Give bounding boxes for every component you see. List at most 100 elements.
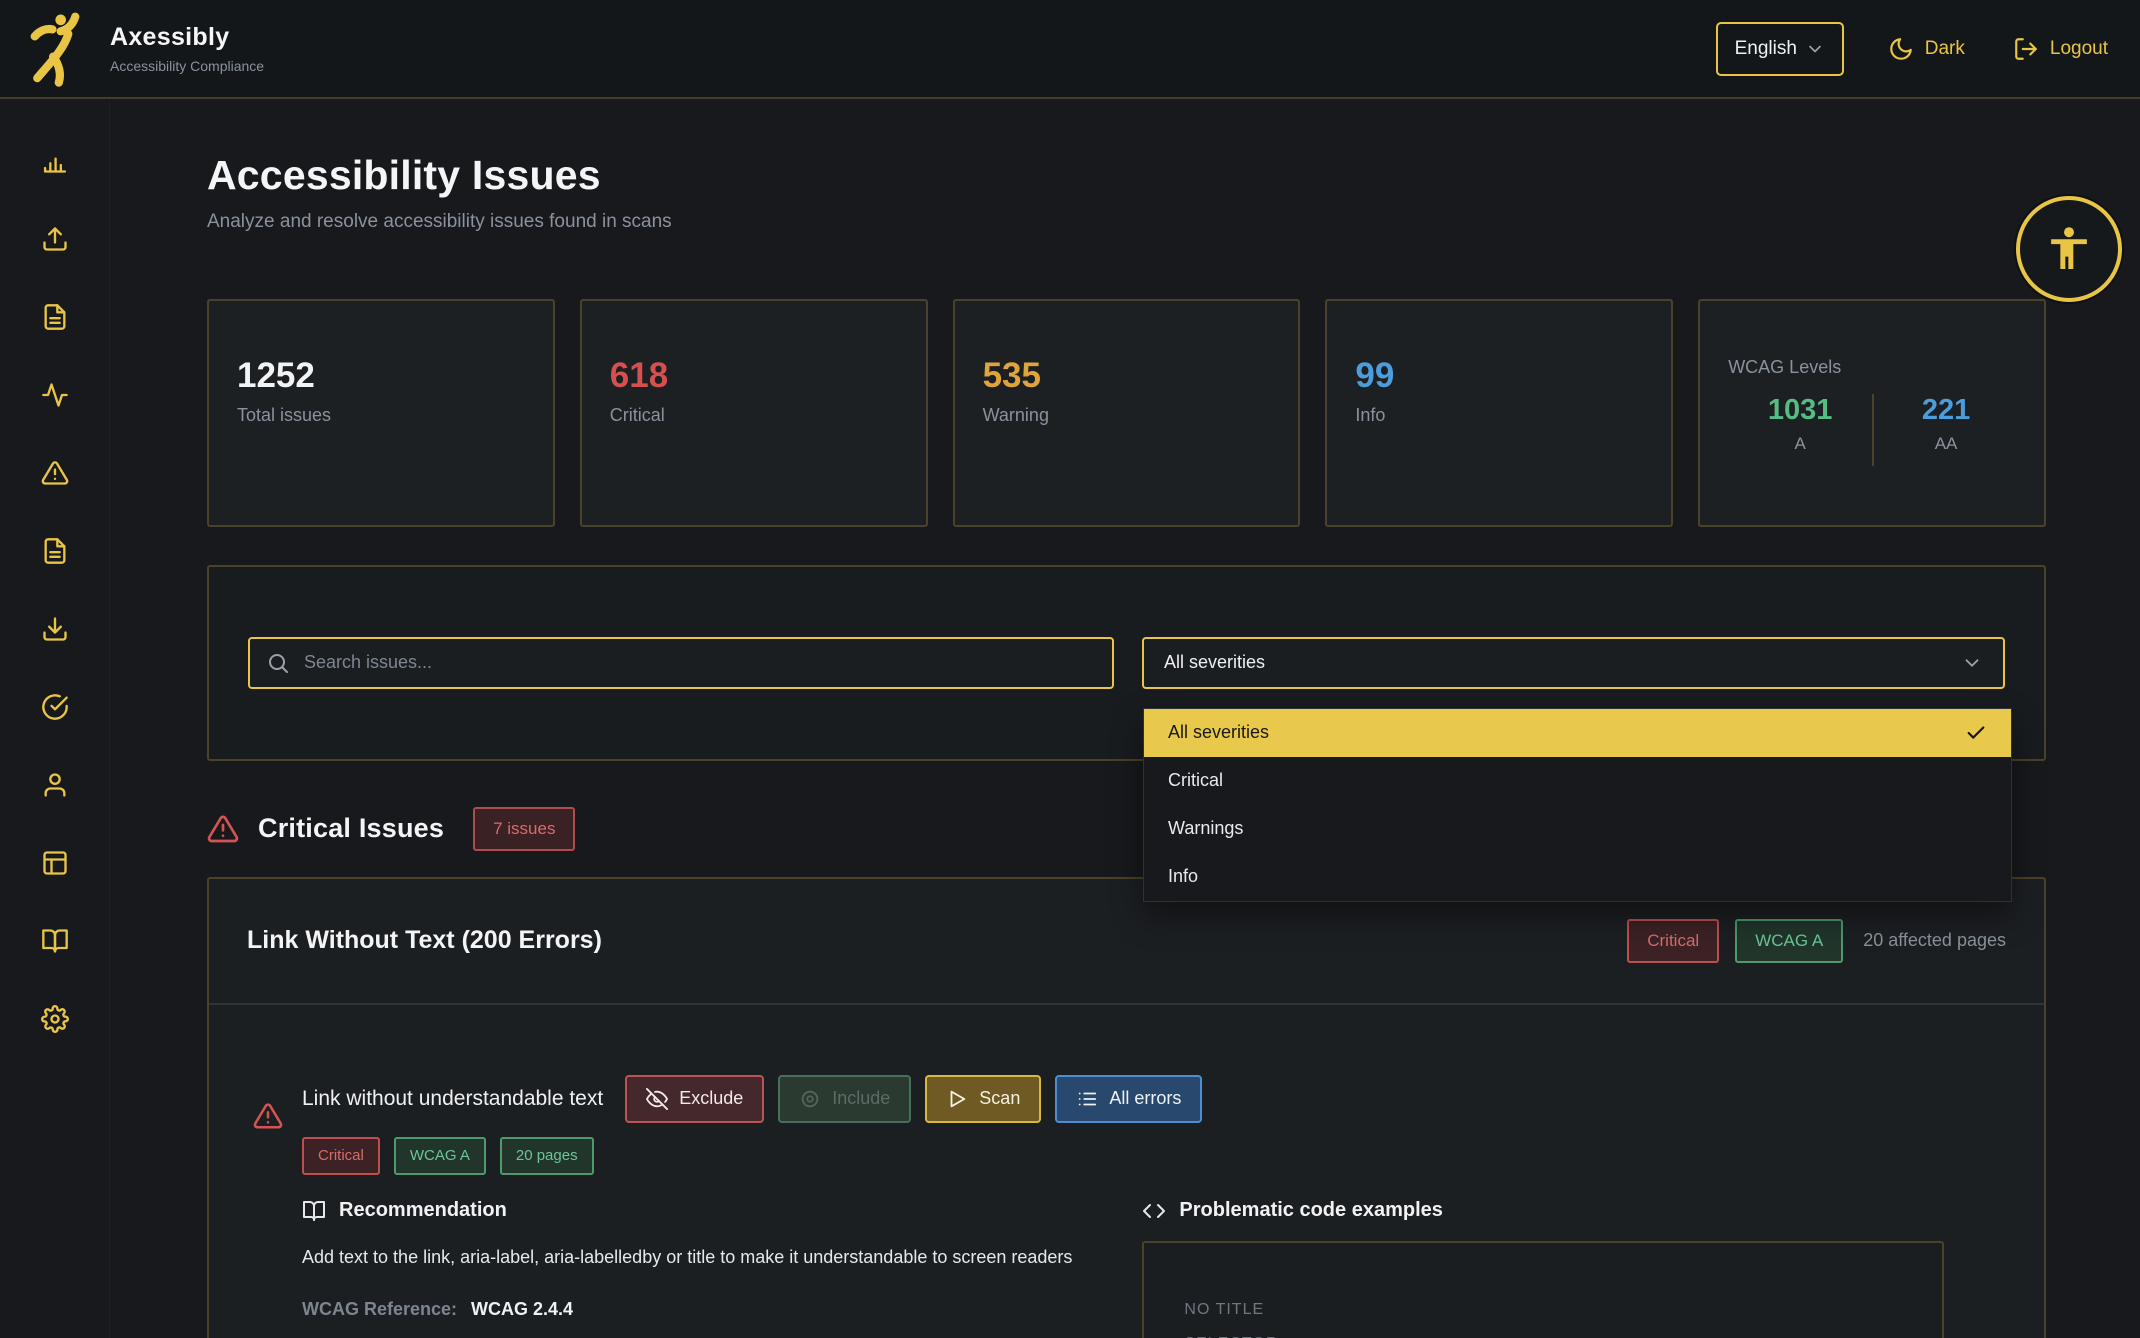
critical-issues-title: Critical Issues <box>258 813 444 844</box>
scan-button[interactable]: Scan <box>925 1075 1041 1123</box>
sidebar-item-pages[interactable] <box>31 839 79 887</box>
sidebar-item-documents[interactable] <box>31 527 79 575</box>
severity-badge-critical: Critical <box>1627 919 1719 963</box>
top-header: Axessibly Accessibility Compliance Engli… <box>0 0 2140 99</box>
sidebar-item-checks[interactable] <box>31 683 79 731</box>
sidebar-item-download[interactable] <box>31 605 79 653</box>
severity-dropdown-menu: All severities Critical Warnings Info <box>1143 708 2012 902</box>
severity-select[interactable]: All severities <box>1142 637 2005 689</box>
issue-name: Link without understandable text <box>302 1087 603 1111</box>
severity-option-info[interactable]: Info <box>1144 853 2011 901</box>
chevron-down-icon <box>1805 39 1825 59</box>
alert-triangle-icon <box>207 813 239 845</box>
stat-card-total-issues: 1252 Total issues <box>207 299 555 527</box>
critical-value: 618 <box>610 357 926 396</box>
exclude-button-label: Exclude <box>679 1088 743 1109</box>
header-actions: English Dark Logout <box>1716 22 2140 76</box>
code-field-no-title: NO TITLE <box>1184 1301 1901 1319</box>
theme-toggle-label: Dark <box>1925 38 1965 60</box>
severity-option-warnings[interactable]: Warnings <box>1144 805 2011 853</box>
total-issues-label: Total issues <box>237 405 553 426</box>
wcag-levels-title: WCAG Levels <box>1728 357 2018 378</box>
option-label: All severities <box>1168 722 1269 743</box>
wcag-level-aa: 221 AA <box>1874 394 2018 454</box>
critical-issues-count-badge[interactable]: 7 issues <box>473 807 575 851</box>
app-name: Axessibly <box>110 23 264 52</box>
sidebar-item-dashboard[interactable] <box>31 137 79 185</box>
file-text-icon <box>41 537 69 565</box>
problematic-code-title: Problematic code examples <box>1179 1199 1442 1222</box>
wcag-aa-label: AA <box>1874 434 2018 454</box>
sidebar-item-issues[interactable] <box>31 449 79 497</box>
check-circle-icon <box>41 693 69 721</box>
sidebar-nav <box>0 101 110 1338</box>
severity-option-all-severities[interactable]: All severities <box>1144 709 2011 757</box>
option-label: Warnings <box>1168 818 1243 839</box>
wcag-a-value: 1031 <box>1728 394 1872 427</box>
include-button[interactable]: Include <box>778 1075 911 1123</box>
issue-card-body: Link without understandable text Exclude <box>209 1005 2044 1338</box>
alert-triangle-icon <box>253 1101 283 1338</box>
language-select-value: English <box>1735 38 1797 60</box>
stats-row: 1252 Total issues 618 Critical 535 Warni… <box>207 299 2046 527</box>
critical-label: Critical <box>610 405 926 426</box>
accessibility-widget-button[interactable] <box>2016 196 2122 302</box>
stat-card-wcag-levels: WCAG Levels 1031 A 221 AA <box>1698 299 2046 527</box>
layout-icon <box>41 849 69 877</box>
badge-wcag-a: WCAG A <box>394 1137 486 1175</box>
sidebar-item-upload[interactable] <box>31 215 79 263</box>
bar-chart-icon <box>41 147 69 175</box>
eye-off-icon <box>646 1088 668 1110</box>
brand-logo[interactable] <box>0 11 110 87</box>
download-icon <box>41 615 69 643</box>
sidebar-item-activity[interactable] <box>31 371 79 419</box>
recommendation-section: Recommendation Add text to the link, ari… <box>302 1199 1072 1338</box>
sidebar-item-settings[interactable] <box>31 995 79 1043</box>
play-icon <box>946 1088 968 1110</box>
option-label: Info <box>1168 866 1198 887</box>
scan-button-label: Scan <box>979 1088 1020 1109</box>
gear-icon <box>41 1005 69 1033</box>
stat-card-info: 99 Info <box>1325 299 1673 527</box>
sidebar-item-guide[interactable] <box>31 917 79 965</box>
upload-icon <box>41 225 69 253</box>
affected-pages-count: 20 affected pages <box>1863 930 2006 951</box>
app-window: Axessibly Accessibility Compliance Engli… <box>0 0 2140 1338</box>
issue-badges-row: Critical WCAG A 20 pages <box>302 1137 1944 1175</box>
list-icon <box>1076 1088 1098 1110</box>
sidebar-item-users[interactable] <box>31 761 79 809</box>
wcag-reference-label: WCAG Reference: <box>302 1299 457 1320</box>
theme-toggle-dark[interactable]: Dark <box>1888 36 1965 62</box>
logout-button[interactable]: Logout <box>2013 36 2108 62</box>
badge-critical: Critical <box>302 1137 380 1175</box>
language-select[interactable]: English <box>1716 22 1844 76</box>
book-open-icon <box>41 927 69 955</box>
code-icon <box>1142 1199 1166 1223</box>
severity-select-value: All severities <box>1164 652 1265 673</box>
issue-card-link-without-text: Link Without Text (200 Errors) Critical … <box>207 877 2046 1338</box>
include-button-label: Include <box>832 1088 890 1109</box>
logout-icon <box>2013 36 2039 62</box>
main-area: Accessibility Issues Analyze and resolve… <box>110 101 2140 1338</box>
app-subtitle: Accessibility Compliance <box>110 58 264 74</box>
severity-option-critical[interactable]: Critical <box>1144 757 2011 805</box>
activity-icon <box>41 381 69 409</box>
alert-triangle-icon <box>41 459 69 487</box>
filters-panel: All severities All severities Critical <box>207 565 2046 761</box>
warning-value: 535 <box>983 357 1299 396</box>
all-errors-button[interactable]: All errors <box>1055 1075 1202 1123</box>
wcag-level-a: 1031 A <box>1728 394 1872 454</box>
all-errors-button-label: All errors <box>1109 1088 1181 1109</box>
exclude-button[interactable]: Exclude <box>625 1075 764 1123</box>
stat-card-warning: 535 Warning <box>953 299 1301 527</box>
sidebar-item-report[interactable] <box>31 293 79 341</box>
file-text-icon <box>41 303 69 331</box>
accessibility-person-icon <box>2043 223 2095 275</box>
recommendation-title: Recommendation <box>339 1199 507 1222</box>
total-issues-value: 1252 <box>237 357 553 396</box>
info-label: Info <box>1355 405 1671 426</box>
search-input[interactable] <box>248 637 1114 689</box>
option-label: Critical <box>1168 770 1223 791</box>
badge-pages: 20 pages <box>500 1137 594 1175</box>
book-open-icon <box>302 1199 326 1223</box>
